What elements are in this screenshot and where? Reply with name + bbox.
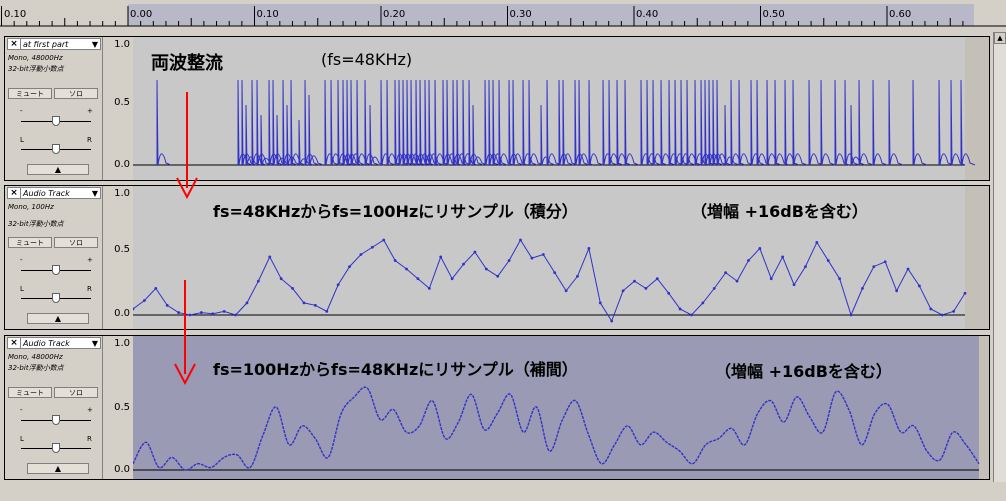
scroll-up-icon[interactable]: ▲	[994, 32, 1006, 44]
red-arrow-down-1	[176, 92, 198, 200]
red-arrow-down-2	[174, 280, 196, 386]
horizontal-scrollbar[interactable]	[0, 484, 1006, 501]
annotation-arrows	[174, 92, 198, 386]
vertical-scrollbar[interactable]: ▲	[993, 32, 1006, 482]
